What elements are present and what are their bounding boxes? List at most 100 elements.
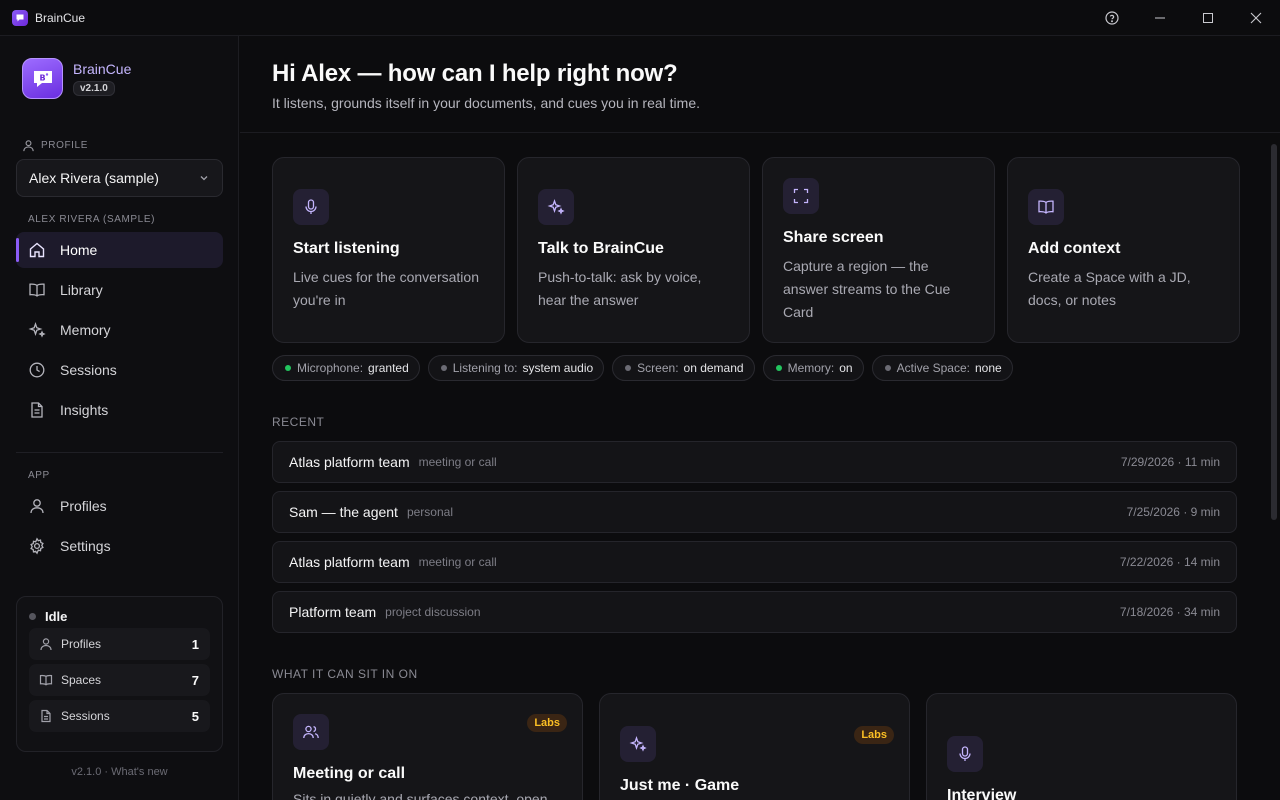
page-title: Hi Alex — how can I help right now? xyxy=(272,60,678,87)
status-state: Idle xyxy=(45,609,68,624)
stat-count: 7 xyxy=(191,672,199,688)
mode-just-me-card[interactable]: Labs Just me · Game xyxy=(599,693,910,800)
profile-label: PROFILE xyxy=(22,139,88,152)
profile-label-text: PROFILE xyxy=(41,140,88,151)
mode-title: Interview xyxy=(947,787,1017,800)
modes-label: WHAT IT CAN SIT IN ON xyxy=(272,667,418,681)
nav-item-profiles[interactable]: Profiles xyxy=(16,488,223,524)
chip-memory: Memory: on xyxy=(762,355,864,381)
maximize-button[interactable] xyxy=(1184,0,1232,36)
chip-value: on demand xyxy=(683,361,744,375)
svg-text:B: B xyxy=(39,73,45,82)
recent-session-row[interactable]: Sam — the agent personal 7/25/2026 · 9 m… xyxy=(272,491,1237,533)
minimize-button[interactable] xyxy=(1136,0,1184,36)
mode-title: Just me · Game xyxy=(620,777,740,794)
nav-item-insights[interactable]: Insights xyxy=(16,392,223,428)
status-dot xyxy=(29,613,36,620)
nav-item-library[interactable]: Library xyxy=(16,272,223,308)
app-logo-icon xyxy=(12,9,28,26)
book-icon xyxy=(29,283,45,297)
header-divider xyxy=(240,132,1280,133)
brand-name: BrainCue xyxy=(73,61,132,77)
title-bar: BrainCue xyxy=(0,0,1280,36)
status-dot xyxy=(440,365,447,371)
microphone-icon xyxy=(293,189,329,225)
profile-select[interactable]: Alex Rivera (sample) xyxy=(16,159,223,197)
recent-label: RECENT xyxy=(272,415,325,429)
recent-session-row[interactable]: Atlas platform team meeting or call 7/29… xyxy=(272,441,1237,483)
microphone-icon xyxy=(947,736,983,772)
stat-count: 5 xyxy=(191,708,199,724)
stat-row-profiles[interactable]: Profiles 1 xyxy=(29,628,210,660)
chip-value: granted xyxy=(368,361,409,375)
labs-badge: Labs xyxy=(854,726,894,744)
stat-row-sessions[interactable]: Sessions 5 xyxy=(29,700,210,732)
session-meta: 7/22/2026 · 14 min xyxy=(1119,555,1220,569)
book-icon xyxy=(39,674,53,686)
document-icon xyxy=(41,709,51,723)
nav-item-memory[interactable]: Memory xyxy=(16,312,223,348)
nav-item-label: Insights xyxy=(60,402,109,418)
session-meta: 7/18/2026 · 34 min xyxy=(1119,605,1220,619)
chip-label: Listening to: xyxy=(452,361,518,375)
status-dot xyxy=(285,365,291,371)
session-kind: project discussion xyxy=(385,605,481,619)
mode-title: Meeting or call xyxy=(293,765,406,782)
page-subtitle: It listens, grounds itself in your docum… xyxy=(272,95,700,111)
nav-item-settings[interactable]: Settings xyxy=(16,528,223,564)
mode-cards: Labs Meeting or call Sits in quietly and… xyxy=(272,693,1237,800)
share-screen-card[interactable]: Share screen Capture a region — the answ… xyxy=(762,157,995,343)
action-title: Share screen xyxy=(783,229,884,246)
start-listening-card[interactable]: Start listening Live cues for the conver… xyxy=(272,157,505,343)
nav-item-label: Settings xyxy=(60,538,111,554)
stat-label: Profiles xyxy=(61,637,102,651)
chevron-down-icon xyxy=(200,176,208,181)
screen-capture-icon xyxy=(783,178,819,214)
action-title: Add context xyxy=(1028,240,1121,257)
recent-session-row[interactable]: Platform team project discussion 7/18/20… xyxy=(272,591,1237,633)
action-title: Talk to BrainCue xyxy=(538,240,664,257)
stat-label: Spaces xyxy=(61,673,102,687)
talk-to-braincue-card[interactable]: Talk to BrainCue Push-to-talk: ask by vo… xyxy=(517,157,750,343)
mode-meeting-card[interactable]: Labs Meeting or call Sits in quietly and… xyxy=(272,693,583,800)
chip-value: none xyxy=(974,361,1002,375)
close-button[interactable] xyxy=(1232,0,1280,36)
session-meta: 7/29/2026 · 11 min xyxy=(1120,455,1220,469)
sparkles-icon xyxy=(620,726,656,762)
profile-select-value: Alex Rivera (sample) xyxy=(29,170,159,186)
help-button[interactable] xyxy=(1088,0,1136,36)
window-title: BrainCue xyxy=(35,10,86,25)
home-icon xyxy=(29,242,45,258)
nav-item-label: Home xyxy=(60,242,98,258)
session-title: Atlas platform team xyxy=(289,454,410,470)
status-dot xyxy=(884,365,891,371)
scrollbar-thumb[interactable] xyxy=(1271,144,1277,520)
user-icon xyxy=(30,499,44,514)
add-context-card[interactable]: Add context Create a Space with a JD, do… xyxy=(1007,157,1240,343)
nav-item-label: Profiles xyxy=(60,498,107,514)
stat-row-spaces[interactable]: Spaces 7 xyxy=(29,664,210,696)
recent-session-row[interactable]: Atlas platform team meeting or call 7/22… xyxy=(272,541,1237,583)
mode-interview-card[interactable]: Interview xyxy=(926,693,1237,800)
nav-item-sessions[interactable]: Sessions xyxy=(16,352,223,388)
action-cards: Start listening Live cues for the conver… xyxy=(272,157,1240,343)
chip-active-space: Active Space: none xyxy=(871,355,1013,381)
session-kind: personal xyxy=(406,505,453,519)
sidebar: B BrainCue v2.1.0 PROFILE Alex Rivera (s… xyxy=(0,36,239,800)
session-meta: 7/25/2026 · 9 min xyxy=(1126,505,1220,519)
chip-label: Active Space: xyxy=(896,361,970,375)
recent-list: Atlas platform team meeting or call 7/29… xyxy=(272,441,1237,641)
users-icon xyxy=(293,714,329,750)
status-dot xyxy=(625,365,632,371)
version-badge: v2.1.0 xyxy=(73,81,115,96)
whats-new-link[interactable]: v2.1.0 · What's new xyxy=(0,766,239,778)
nav-item-home[interactable]: Home xyxy=(16,232,223,268)
session-title: Atlas platform team xyxy=(289,554,410,570)
action-desc: Create a Space with a JD, docs, or notes xyxy=(1028,269,1191,308)
app-nav: Profiles Settings xyxy=(16,488,223,568)
labs-badge: Labs xyxy=(527,714,567,732)
profile-section-label: ALEX RIVERA (SAMPLE) xyxy=(28,214,156,225)
chip-label: Memory: xyxy=(787,361,835,375)
clock-icon xyxy=(29,362,45,378)
action-title: Start listening xyxy=(293,240,400,257)
